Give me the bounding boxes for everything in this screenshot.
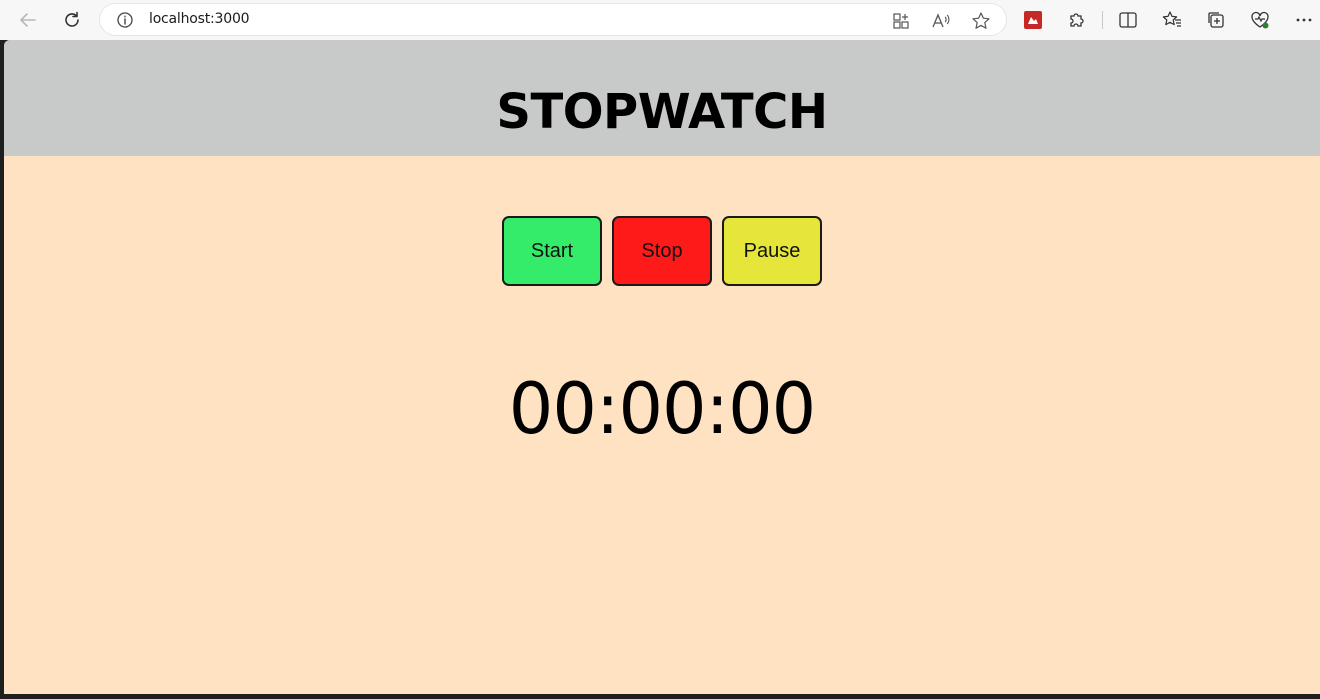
favorites-icon[interactable] — [1161, 9, 1183, 31]
info-icon[interactable] — [116, 11, 134, 34]
browser-toolbar: localhost:3000 — [0, 0, 1320, 40]
back-arrow-icon — [20, 13, 36, 27]
reload-button[interactable] — [57, 5, 87, 35]
page-header: STOPWATCH — [4, 40, 1320, 156]
browser-essentials-icon[interactable] — [1249, 9, 1271, 31]
read-aloud-icon[interactable] — [930, 10, 952, 32]
page-title: STOPWATCH — [496, 84, 828, 140]
start-button[interactable]: Start — [502, 216, 602, 286]
reload-icon — [65, 11, 79, 27]
timer-display: 00:00:00 — [508, 368, 816, 450]
toolbar-divider — [1102, 11, 1103, 29]
back-button[interactable] — [13, 5, 43, 35]
stop-button[interactable]: Stop — [612, 216, 712, 286]
collections-icon[interactable] — [1205, 9, 1227, 31]
address-bar[interactable]: localhost:3000 — [100, 4, 1006, 35]
more-menu-icon[interactable] — [1293, 9, 1315, 31]
split-screen-icon[interactable] — [1117, 9, 1139, 31]
extensions-puzzle-icon[interactable] — [1066, 9, 1088, 31]
button-group: Start Stop Pause — [4, 216, 1320, 286]
favorite-star-icon[interactable] — [970, 10, 992, 32]
address-url[interactable]: localhost:3000 — [149, 11, 250, 27]
extension-tile-icon[interactable] — [1022, 9, 1044, 31]
app-available-icon[interactable] — [890, 10, 912, 32]
page-viewport: STOPWATCH Start Stop Pause 00:00:00 — [4, 40, 1320, 694]
pause-button[interactable]: Pause — [722, 216, 822, 286]
